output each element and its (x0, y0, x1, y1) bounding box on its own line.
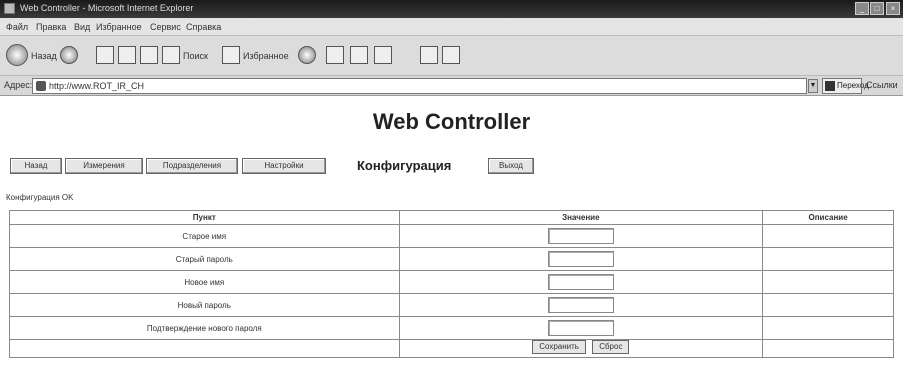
address-bar: Адрес: http://www.ROT_IR_CH ▼ Переход Сс… (0, 76, 903, 96)
new-password-input[interactable] (547, 297, 614, 313)
page-title: Web Controller (372, 109, 531, 134)
menu-help[interactable]: Справка (186, 22, 221, 32)
new-name-input[interactable] (547, 274, 614, 290)
back-icon[interactable] (6, 44, 28, 66)
links-label[interactable]: Ссылки (866, 80, 898, 90)
confirm-password-input[interactable] (547, 320, 614, 336)
header-value: Значение (398, 210, 764, 225)
reset-button[interactable]: Сброс (592, 340, 630, 354)
header-description: Описание (762, 210, 894, 225)
old-name-input[interactable] (547, 228, 614, 244)
go-label: Переход (837, 81, 869, 90)
favorites-icon[interactable] (222, 46, 240, 64)
window-title: Web Controller - Microsoft Internet Expl… (20, 3, 194, 13)
nav-measurements-button[interactable]: Измерения (65, 158, 143, 174)
menu-edit[interactable]: Правка (36, 22, 66, 32)
close-button[interactable]: × (886, 2, 900, 15)
refresh-icon[interactable] (118, 46, 136, 64)
row-value-cell (398, 316, 764, 340)
table-header-row: Пункт Значение Описание (9, 210, 894, 225)
header-item: Пункт (9, 210, 400, 225)
address-url: http://www.ROT_IR_CH (49, 81, 145, 91)
maximize-button[interactable]: □ (870, 2, 884, 15)
old-password-input[interactable] (547, 251, 614, 267)
nav-subdivisions-button[interactable]: Подразделения (146, 158, 238, 174)
address-label: Адрес: (4, 80, 33, 90)
forward-icon[interactable] (60, 46, 78, 64)
status-line: Конфигурация OK (6, 193, 74, 202)
back-label[interactable]: Назад (31, 51, 57, 61)
row-value-cell (398, 293, 764, 317)
go-arrow-icon (825, 81, 835, 91)
table-row: Старый пароль (9, 247, 894, 271)
home-icon[interactable] (140, 46, 158, 64)
table-row: Новое имя (9, 270, 894, 294)
table-actions-row: Сохранить Сброс (9, 339, 894, 358)
nav-settings-button[interactable]: Настройки (242, 158, 326, 174)
print-icon[interactable] (374, 46, 392, 64)
nav-back-button[interactable]: Назад (10, 158, 62, 174)
menu-favorites[interactable]: Избранное (96, 22, 142, 32)
menu-file[interactable]: Файл (6, 22, 28, 32)
favorites-label[interactable]: Избранное (243, 51, 289, 61)
row-description (762, 293, 894, 317)
save-button[interactable]: Сохранить (532, 340, 586, 354)
table-row: Старое имя (9, 224, 894, 248)
section-heading: Конфигурация (357, 158, 452, 173)
toolbar: Назад Поиск Избранное (0, 36, 903, 76)
menu-view[interactable]: Вид (74, 22, 90, 32)
menu-tools[interactable]: Сервис (150, 22, 181, 32)
browser-window: Web Controller - Microsoft Internet Expl… (0, 0, 903, 367)
table-row: Подтверждение нового пароля (9, 316, 894, 340)
ie-app-icon (4, 3, 15, 14)
row-label: Старый пароль (9, 247, 400, 271)
edit-icon[interactable] (420, 46, 438, 64)
row-value-cell (398, 270, 764, 294)
table-row: Новый пароль (9, 293, 894, 317)
menu-bar: Файл Правка Вид Избранное Сервис Справка (0, 18, 903, 36)
search-icon[interactable] (162, 46, 180, 64)
page-icon (36, 81, 46, 91)
go-button[interactable]: Переход (822, 78, 869, 94)
discuss-icon[interactable] (442, 46, 460, 64)
title-bar: Web Controller - Microsoft Internet Expl… (0, 0, 903, 18)
mail-icon[interactable] (350, 46, 368, 64)
page-content: Web Controller Назад Измерения Подраздел… (0, 97, 903, 367)
search-label[interactable]: Поиск (183, 51, 208, 61)
minimize-button[interactable]: _ (855, 2, 869, 15)
address-input[interactable]: http://www.ROT_IR_CH (32, 78, 807, 94)
row-description (762, 247, 894, 271)
actions-cell: Сохранить Сброс (398, 339, 764, 358)
row-description (762, 224, 894, 248)
stop-icon[interactable] (96, 46, 114, 64)
row-value-cell (398, 247, 764, 271)
address-dropdown-icon[interactable]: ▼ (808, 79, 818, 93)
row-description (762, 270, 894, 294)
config-table: Пункт Значение Описание Старое имя Стары… (9, 210, 894, 358)
row-label: Новое имя (9, 270, 400, 294)
exit-button[interactable]: Выход (488, 158, 534, 174)
row-label: Подтверждение нового пароля (9, 316, 400, 340)
row-label: Старое имя (9, 224, 400, 248)
row-description (762, 316, 894, 340)
media-icon[interactable] (298, 46, 316, 64)
row-label: Новый пароль (9, 293, 400, 317)
row-value-cell (398, 224, 764, 248)
history-icon[interactable] (326, 46, 344, 64)
